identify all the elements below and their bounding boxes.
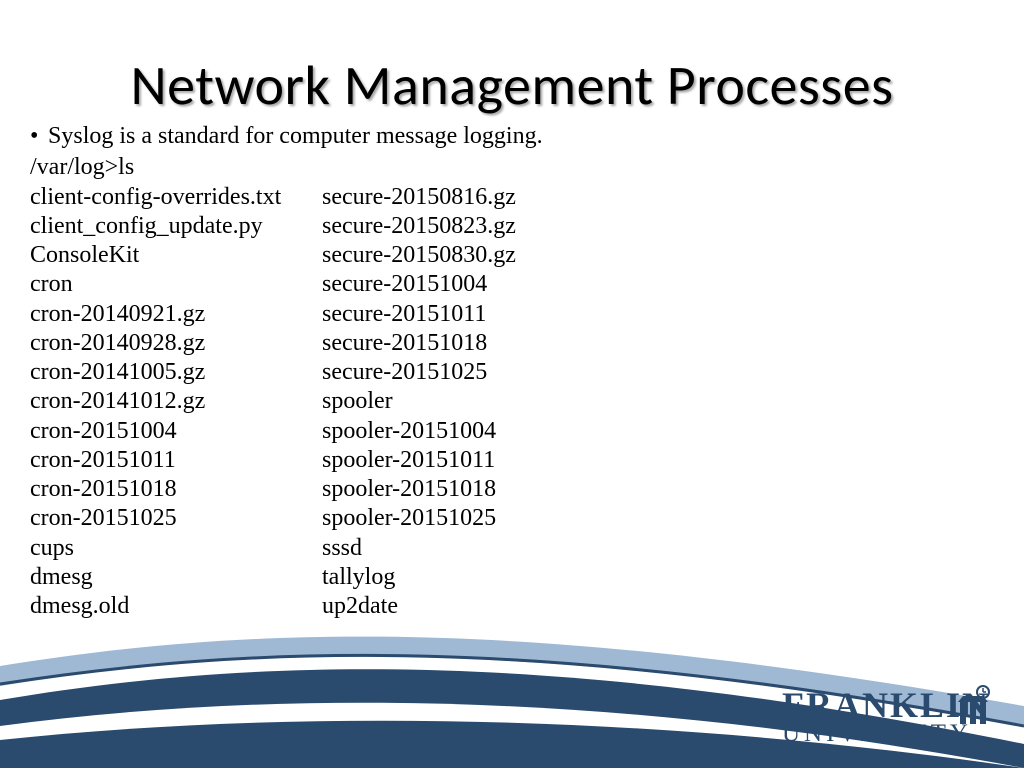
- table-row: ConsoleKitsecure-20150830.gz: [30, 241, 516, 270]
- table-row: client_config_update.pysecure-20150823.g…: [30, 212, 516, 241]
- file-col2: spooler-20151018: [322, 475, 516, 504]
- table-row: cron-20151004spooler-20151004: [30, 417, 516, 446]
- slide-body: • Syslog is a standard for computer mess…: [30, 122, 790, 622]
- file-col2: sssd: [322, 534, 516, 563]
- file-col2: spooler: [322, 387, 516, 416]
- file-col2: secure-20150830.gz: [322, 241, 516, 270]
- file-col2: secure-20150823.gz: [322, 212, 516, 241]
- table-row: cron-20151018spooler-20151018: [30, 475, 516, 504]
- bullet-icon: •: [30, 122, 48, 151]
- bullet-text: Syslog is a standard for computer messag…: [48, 122, 543, 151]
- file-col1: cron-20141005.gz: [30, 358, 322, 387]
- table-row: cron-20151025spooler-20151025: [30, 504, 516, 533]
- franklin-logo: FRANKLIN UNIVERSITY: [782, 688, 990, 746]
- file-col1: client-config-overrides.txt: [30, 183, 322, 212]
- clocktower-icon: [952, 684, 992, 724]
- file-col1: cron-20151011: [30, 446, 322, 475]
- table-row: cupssssd: [30, 534, 516, 563]
- bullet-line: • Syslog is a standard for computer mess…: [30, 122, 790, 151]
- file-col1: dmesg.old: [30, 592, 322, 621]
- file-col2: secure-20151025: [322, 358, 516, 387]
- file-col2: secure-20151011: [322, 300, 516, 329]
- file-col1: cron-20151018: [30, 475, 322, 504]
- table-row: cron-20151011spooler-20151011: [30, 446, 516, 475]
- file-col1: dmesg: [30, 563, 322, 592]
- file-col2: spooler-20151011: [322, 446, 516, 475]
- logo-line2: UNIVERSITY: [782, 722, 990, 746]
- file-col1: cron: [30, 270, 322, 299]
- table-row: cron-20140928.gzsecure-20151018: [30, 329, 516, 358]
- slide: Network Management Processes • Syslog is…: [0, 0, 1024, 768]
- file-col1: cups: [30, 534, 322, 563]
- file-col1: cron-20151025: [30, 504, 322, 533]
- file-col1: cron-20141012.gz: [30, 387, 322, 416]
- table-row: dmesg.oldup2date: [30, 592, 516, 621]
- file-listing: client-config-overrides.txtsecure-201508…: [30, 183, 516, 622]
- slide-title: Network Management Processes: [0, 52, 1024, 120]
- file-col1: cron-20151004: [30, 417, 322, 446]
- table-row: client-config-overrides.txtsecure-201508…: [30, 183, 516, 212]
- file-col2: secure-20151004: [322, 270, 516, 299]
- table-row: cronsecure-20151004: [30, 270, 516, 299]
- table-row: cron-20141012.gzspooler: [30, 387, 516, 416]
- file-col1: cron-20140928.gz: [30, 329, 322, 358]
- file-col1: ConsoleKit: [30, 241, 322, 270]
- file-col2: secure-20150816.gz: [322, 183, 516, 212]
- file-col1: cron-20140921.gz: [30, 300, 322, 329]
- file-col2: spooler-20151004: [322, 417, 516, 446]
- file-col2: spooler-20151025: [322, 504, 516, 533]
- command-line: /var/log>ls: [30, 153, 790, 182]
- file-col1: client_config_update.py: [30, 212, 322, 241]
- table-row: dmesgtallylog: [30, 563, 516, 592]
- file-col2: secure-20151018: [322, 329, 516, 358]
- table-row: cron-20141005.gzsecure-20151025: [30, 358, 516, 387]
- file-col2: tallylog: [322, 563, 516, 592]
- file-col2: up2date: [322, 592, 516, 621]
- table-row: cron-20140921.gzsecure-20151011: [30, 300, 516, 329]
